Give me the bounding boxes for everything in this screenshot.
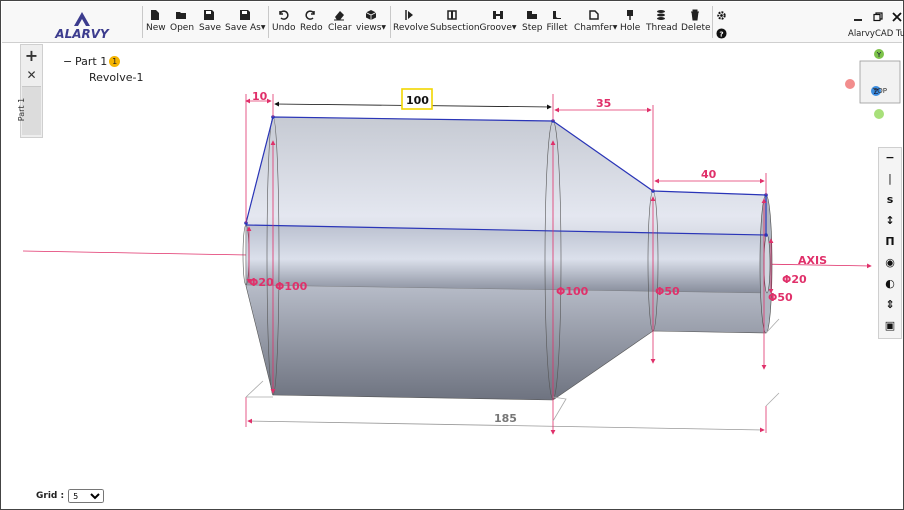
double-arrow-icon[interactable]: ↕ <box>879 211 901 231</box>
dim-dia-step[interactable]: Φ50 <box>655 285 680 298</box>
svg-text:TOP: TOP <box>872 87 887 95</box>
revolve-button[interactable]: Revolve <box>393 9 429 41</box>
x-axis-handle[interactable] <box>845 79 855 89</box>
sketch-icon[interactable]: ▣ <box>879 316 901 336</box>
y-neg-axis-handle[interactable] <box>874 109 884 119</box>
dim-40[interactable]: 40 <box>701 168 717 181</box>
undo-button[interactable]: Undo <box>272 9 296 41</box>
right-tool-panel: − | s ↕ Π ◉ ◐ ⇕ ▣ <box>878 147 902 339</box>
dim-dia-bore[interactable]: Φ20 <box>249 276 274 289</box>
views-button[interactable]: views▼ <box>356 9 386 41</box>
cube-icon <box>365 10 377 20</box>
grid-select[interactable]: 5 <box>68 489 105 503</box>
folder-icon <box>176 12 186 19</box>
toolbar: ALARVY New Open Save Save As▼ Undo Redo <box>2 2 904 43</box>
thread-button[interactable]: Thread <box>646 9 677 41</box>
dim-100-length[interactable]: 100 <box>406 94 429 107</box>
bore-surface <box>245 224 767 294</box>
file-icon <box>151 10 159 20</box>
view-cube[interactable]: Y Z TOP <box>844 49 904 121</box>
axis-label: AXIS <box>798 254 827 267</box>
svg-text:?: ? <box>719 29 723 38</box>
app-title: AlarvyCAD Tur <box>848 29 904 39</box>
groove-icon <box>493 11 503 19</box>
toolbar-separator <box>390 6 391 38</box>
dim-10[interactable]: 10 <box>252 90 268 103</box>
close-window-icon[interactable] <box>891 11 903 23</box>
dim-dia-mid[interactable]: Φ100 <box>556 285 589 298</box>
line-icon[interactable]: | <box>879 169 901 189</box>
redo-button[interactable]: Redo <box>300 9 323 41</box>
dim-185[interactable]: 185 <box>494 412 517 425</box>
dim-dia-end[interactable]: Φ50 <box>768 291 793 304</box>
app-window: ALARVY New Open Save Save As▼ Undo Redo <box>0 0 904 510</box>
minus-icon[interactable]: − <box>879 148 901 168</box>
eye-icon[interactable]: ◉ <box>879 253 901 273</box>
minimize-icon[interactable] <box>852 11 864 23</box>
s-icon[interactable]: s <box>879 190 901 210</box>
thread-icon <box>657 10 665 20</box>
svg-text:ALARVY: ALARVY <box>54 27 110 40</box>
dim-35[interactable]: 35 <box>596 97 611 110</box>
toolbar-separator <box>268 6 269 38</box>
revolve-icon <box>405 10 413 20</box>
dim-dia-main[interactable]: Φ100 <box>275 280 308 293</box>
up-down-icon[interactable]: ⇕ <box>879 295 901 315</box>
save-button[interactable]: Save <box>199 9 221 41</box>
chamfer-icon <box>589 10 599 20</box>
step-button[interactable]: Step <box>522 9 543 41</box>
redo-icon <box>305 10 315 20</box>
toolbar-separator <box>142 6 143 38</box>
contrast-icon[interactable]: ◐ <box>879 274 901 294</box>
floppy-icon <box>204 10 214 20</box>
floppy-pen-icon <box>240 10 250 20</box>
step-icon <box>527 11 537 19</box>
subsection-icon <box>447 10 457 20</box>
clear-button[interactable]: Clear <box>328 9 352 41</box>
svg-text:Y: Y <box>876 51 882 59</box>
grid-label: Grid : <box>36 491 65 501</box>
hole-button[interactable]: Hole <box>620 9 640 41</box>
fillet-icon <box>553 11 561 19</box>
dim-dia-bore-end[interactable]: Φ20 <box>782 273 807 286</box>
toolbar-separator <box>712 6 713 38</box>
trash-icon <box>691 9 699 21</box>
open-button[interactable]: Open <box>170 9 194 41</box>
grid-control: Grid : 5 <box>36 489 105 503</box>
save-as-button[interactable]: Save As▼ <box>225 9 265 41</box>
end-bore <box>763 234 771 294</box>
alarvy-logo: ALARVY <box>54 12 110 40</box>
undo-icon <box>279 10 289 20</box>
groove-button[interactable]: Groove▼ <box>479 9 517 41</box>
fillet-button[interactable]: Fillet <box>546 9 568 41</box>
delete-button[interactable]: Delete <box>681 9 711 41</box>
new-button[interactable]: New <box>146 9 166 41</box>
eraser-icon <box>334 11 344 21</box>
restore-icon[interactable] <box>872 11 884 23</box>
pi-icon[interactable]: Π <box>879 232 901 252</box>
cad-viewport[interactable]: 10 100 35 40 185 AXIS Φ20 Φ100 Φ100 Φ50 … <box>1 43 904 483</box>
hole-icon <box>627 10 633 20</box>
chamfer-button[interactable]: Chamfer▼ <box>574 9 617 41</box>
gear-icon[interactable] <box>716 10 727 21</box>
subsection-button[interactable]: Subsection <box>430 9 480 41</box>
help-icon[interactable]: ? <box>716 28 727 39</box>
